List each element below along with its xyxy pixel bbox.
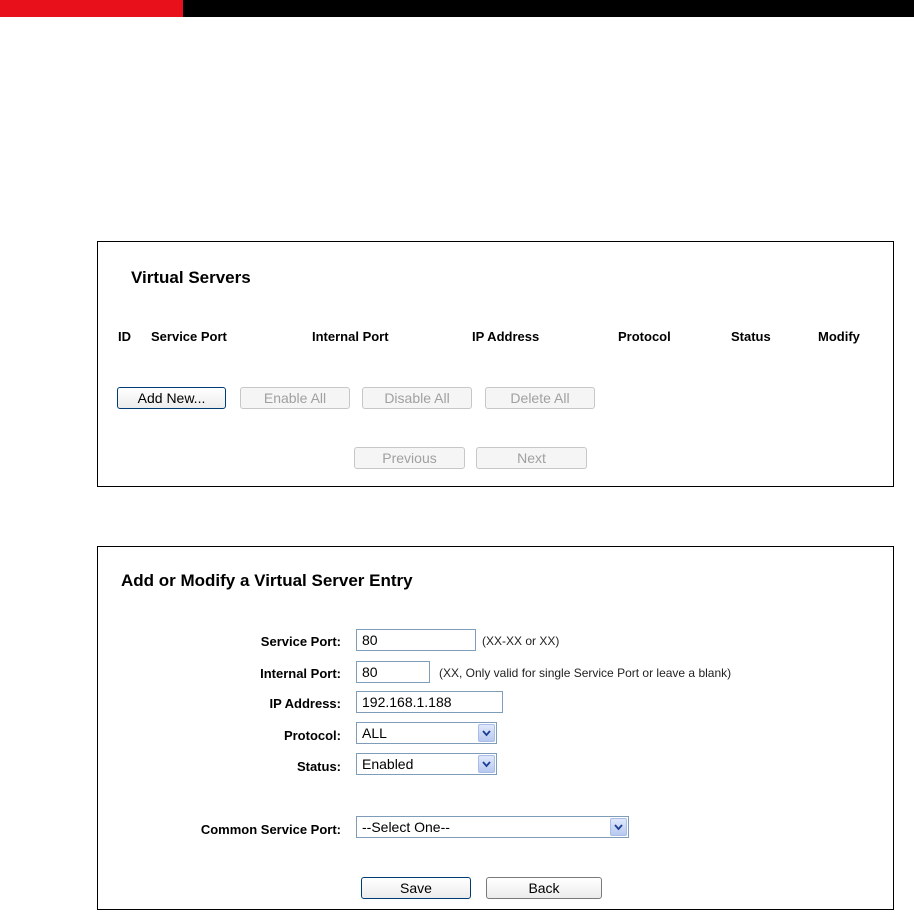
virtual-servers-title: Virtual Servers: [131, 268, 251, 287]
column-internal-port: Internal Port: [312, 329, 389, 344]
chevron-down-icon[interactable]: [478, 724, 495, 742]
column-service-port: Service Port: [151, 329, 227, 344]
top-banner: [0, 0, 914, 17]
entry-form-title: Add or Modify a Virtual Server Entry: [121, 571, 413, 590]
virtual-servers-panel: Virtual Servers ID Service Port Internal…: [97, 241, 894, 487]
common-service-port-value: --Select One--: [362, 819, 450, 835]
internal-port-hint: (XX, Only valid for single Service Port …: [439, 666, 732, 680]
back-button[interactable]: Back: [486, 877, 602, 899]
next-button[interactable]: Next: [476, 447, 587, 469]
column-protocol: Protocol: [618, 329, 671, 344]
column-status: Status: [731, 329, 771, 344]
protocol-select-value: ALL: [362, 725, 387, 741]
banner-accent: [0, 0, 183, 17]
service-port-label: Service Port:: [260, 634, 341, 649]
save-button[interactable]: Save: [361, 877, 471, 899]
column-ip-address: IP Address: [472, 329, 540, 344]
common-service-port-select[interactable]: --Select One--: [356, 816, 629, 838]
status-select-value: Enabled: [362, 756, 414, 772]
service-port-input[interactable]: [356, 629, 476, 651]
service-port-hint: (XX-XX or XX): [482, 634, 560, 648]
enable-all-button[interactable]: Enable All: [240, 387, 350, 409]
column-modify: Modify: [818, 329, 860, 344]
entry-form-panel: Add or Modify a Virtual Server Entry Ser…: [97, 546, 894, 910]
column-id: ID: [118, 329, 131, 344]
chevron-down-icon[interactable]: [610, 818, 627, 836]
internal-port-input[interactable]: [356, 661, 430, 683]
status-select[interactable]: Enabled: [356, 753, 497, 775]
common-service-port-label: Common Service Port:: [200, 822, 341, 837]
delete-all-button[interactable]: Delete All: [485, 387, 595, 409]
ip-address-label: IP Address:: [269, 696, 341, 711]
protocol-label: Protocol:: [283, 728, 341, 743]
previous-button[interactable]: Previous: [354, 447, 465, 469]
ip-address-input[interactable]: [356, 691, 503, 713]
internal-port-label: Internal Port:: [260, 666, 341, 681]
chevron-down-icon[interactable]: [478, 755, 495, 773]
protocol-select[interactable]: ALL: [356, 722, 497, 744]
status-label: Status:: [296, 759, 341, 774]
disable-all-button[interactable]: Disable All: [362, 387, 472, 409]
add-new-button[interactable]: Add New...: [117, 387, 226, 409]
